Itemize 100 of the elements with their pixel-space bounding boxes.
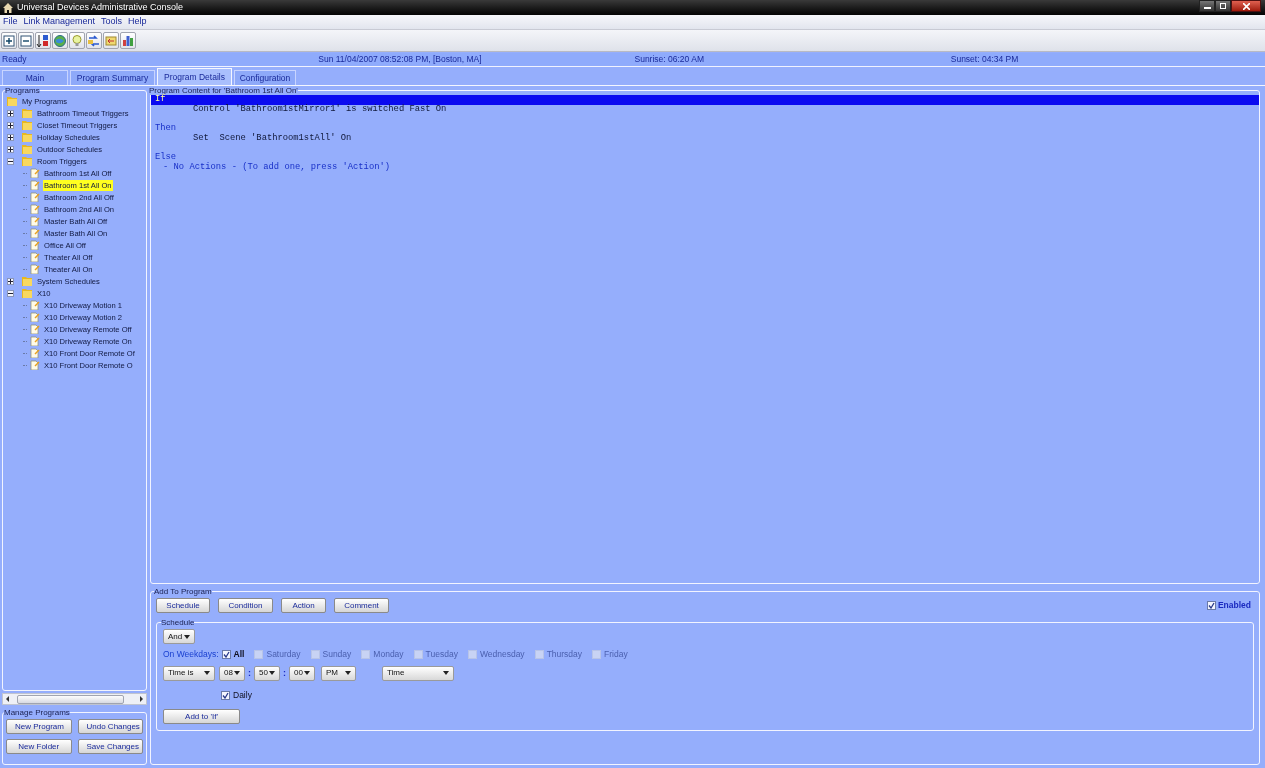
folder-icon xyxy=(22,132,33,142)
code-line[interactable]: Control 'Bathroom1stMirror1' is switched Fast On xyxy=(151,104,1259,115)
toolbar-button[interactable] xyxy=(103,32,119,49)
document-icon xyxy=(30,252,40,262)
close-button[interactable] xyxy=(1231,0,1261,12)
separator-text: : xyxy=(283,666,286,680)
document-icon xyxy=(30,312,40,322)
checkbox[interactable] xyxy=(221,690,230,700)
bar-chart-icon xyxy=(121,33,135,48)
document-icon xyxy=(30,324,40,334)
panel-title: Manage Programs xyxy=(4,708,70,717)
button[interactable]: Comment xyxy=(334,598,389,613)
window-title: Universal Devices Administrative Console xyxy=(17,0,184,14)
toolbar-button[interactable] xyxy=(120,32,136,49)
document-icon xyxy=(30,204,40,214)
globe-icon xyxy=(53,33,67,48)
code-line[interactable]: Set Scene 'Bathroom1stAll' On xyxy=(151,133,1259,144)
document-icon xyxy=(30,216,40,226)
folder-icon xyxy=(22,144,33,154)
checkbox-label: Monday xyxy=(373,648,404,661)
folder-icon xyxy=(22,120,33,130)
caret-icon xyxy=(184,634,190,639)
expand-icon[interactable] xyxy=(7,109,14,117)
collapse-icon[interactable] xyxy=(7,289,14,297)
checkbox-label: All xyxy=(233,648,245,661)
horizontal-scrollbar[interactable] xyxy=(2,693,147,705)
caret-icon xyxy=(345,671,351,676)
button[interactable]: New Program xyxy=(6,719,72,734)
document-icon xyxy=(30,348,40,358)
menu-item[interactable]: Tools xyxy=(101,15,123,29)
button[interactable]: Action xyxy=(281,598,326,613)
expand-icon[interactable] xyxy=(7,277,14,285)
dropdown[interactable]: 08 xyxy=(219,665,245,681)
tab[interactable]: Program Details xyxy=(157,68,232,85)
menu-item[interactable]: Link Management xyxy=(23,15,96,29)
checkbox-label: Tuesday xyxy=(425,648,458,661)
folder-icon xyxy=(22,276,33,286)
checkbox-label: Friday xyxy=(604,648,628,661)
button[interactable]: Save Changes xyxy=(77,739,143,754)
code-line[interactable]: - No Actions - (To add one, press 'Action') xyxy=(151,162,1259,173)
caret-icon xyxy=(234,671,240,676)
expand-icon xyxy=(2,33,16,48)
dropdown[interactable]: PM xyxy=(321,665,356,681)
dropdown[interactable]: Time xyxy=(382,665,454,681)
menu-item[interactable]: Help xyxy=(128,15,147,29)
folder-icon xyxy=(22,108,33,118)
toolbar-button[interactable] xyxy=(1,32,17,49)
expand-icon[interactable] xyxy=(7,133,14,141)
document-icon xyxy=(30,240,40,250)
button[interactable]: Condition xyxy=(218,598,273,613)
document-icon xyxy=(30,264,40,274)
menu-item[interactable]: File xyxy=(3,15,18,29)
document-icon xyxy=(30,300,40,310)
panel-title: Program Content for 'Bathroom 1st All On' xyxy=(149,86,298,95)
caret-icon xyxy=(443,671,449,676)
tab[interactable]: Main xyxy=(2,70,68,85)
caret-icon xyxy=(269,671,275,676)
toolbar-button[interactable] xyxy=(35,32,51,49)
collapse-icon xyxy=(19,33,33,48)
button[interactable]: Undo Changes xyxy=(77,719,143,734)
document-icon xyxy=(30,192,40,202)
sunset-text: Sunset: 04:34 PM xyxy=(949,53,1020,66)
toolbar-button[interactable] xyxy=(18,32,34,49)
checkbox-label: Wednesday xyxy=(479,648,525,661)
expand-icon[interactable] xyxy=(7,121,14,129)
tab[interactable]: Configuration xyxy=(234,70,296,85)
checkbox[interactable] xyxy=(221,649,231,659)
dropdown[interactable]: Time is xyxy=(163,665,215,681)
checkbox[interactable] xyxy=(1206,601,1216,610)
caret-icon xyxy=(304,671,310,676)
toolbar-button[interactable] xyxy=(86,32,102,49)
expand-icon[interactable] xyxy=(7,145,14,153)
folder-icon xyxy=(7,96,18,106)
arrows-icon xyxy=(87,33,101,48)
panel-title: Programs xyxy=(5,87,40,95)
button[interactable]: Schedule xyxy=(156,598,210,613)
document-icon xyxy=(30,180,40,190)
toolbar-button[interactable] xyxy=(52,32,68,49)
close-icon xyxy=(1242,2,1250,10)
minimize-button[interactable] xyxy=(1199,0,1215,12)
code-line[interactable]: Else xyxy=(151,153,1259,163)
folder-icon xyxy=(22,288,33,298)
checkbox-label: Thursday xyxy=(546,648,583,661)
document-icon xyxy=(30,360,40,370)
panel-title: Schedule xyxy=(161,618,195,627)
document-icon xyxy=(30,336,40,346)
dropdown[interactable]: And xyxy=(163,629,195,644)
dropdown[interactable]: 00 xyxy=(289,665,315,681)
button[interactable]: New Folder xyxy=(6,739,72,754)
document-icon xyxy=(30,228,40,238)
checkbox-label: Enabled xyxy=(1217,599,1251,612)
dropdown[interactable]: 50 xyxy=(254,665,280,681)
restore-button[interactable] xyxy=(1215,0,1231,12)
code-line[interactable]: Then xyxy=(151,124,1259,134)
add-button[interactable]: Add to 'If' xyxy=(163,708,240,724)
collapse-icon[interactable] xyxy=(7,157,14,165)
arrow-left-icon xyxy=(104,33,118,48)
house-icon xyxy=(3,2,13,13)
tab[interactable]: Program Summary xyxy=(70,70,155,85)
sort-icon xyxy=(36,33,50,48)
